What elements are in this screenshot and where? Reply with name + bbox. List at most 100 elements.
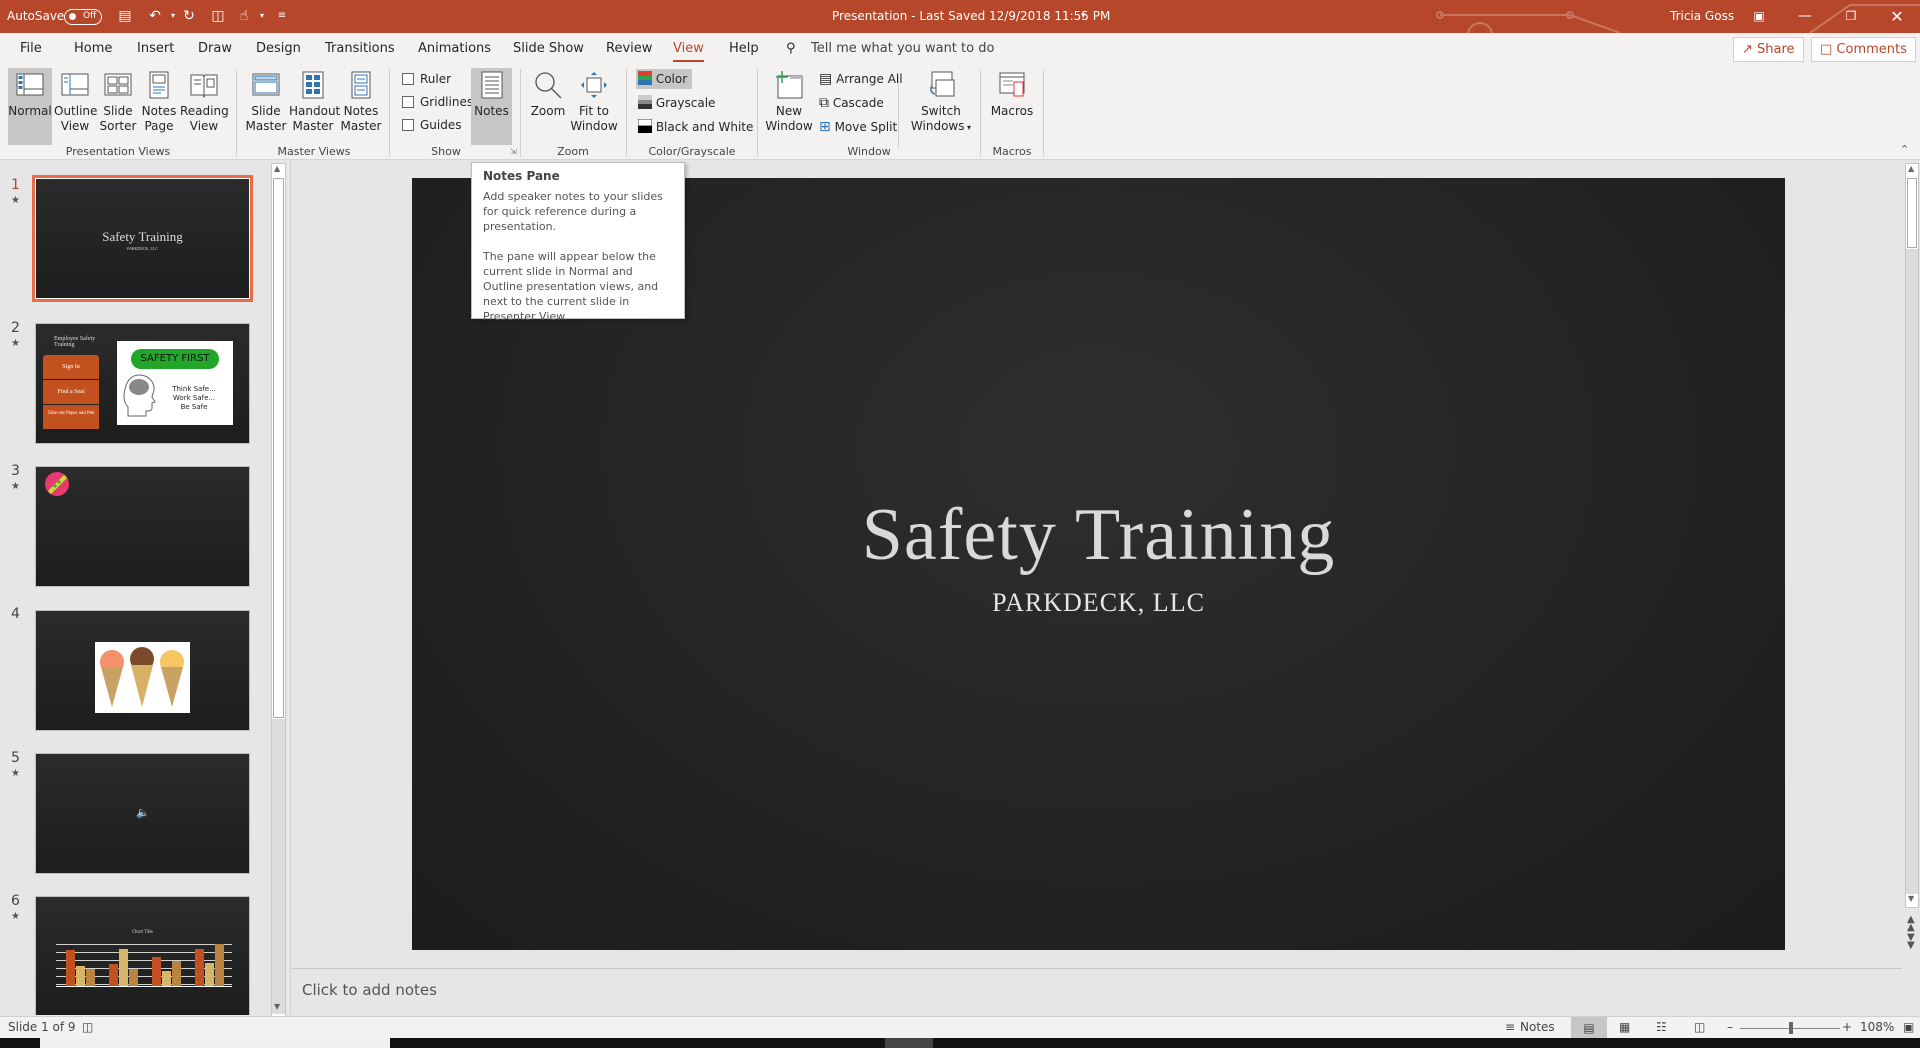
notes-placeholder[interactable]: Click to add notes xyxy=(302,981,437,999)
slogan-line: Work Safe... xyxy=(172,394,216,402)
checkbox-box[interactable] xyxy=(402,96,414,108)
previous-slide-icon[interactable]: ▲ ▲ xyxy=(1907,915,1915,933)
scrollbar-thumb[interactable] xyxy=(1907,178,1917,248)
cascade-button[interactable]: ⧉ Cascade xyxy=(817,93,884,113)
tab-insert[interactable]: Insert xyxy=(137,41,174,56)
notes-toggle-button[interactable]: Notes xyxy=(1520,1020,1555,1034)
user-name[interactable]: Tricia Goss xyxy=(1670,9,1734,23)
tab-review[interactable]: Review xyxy=(606,41,652,56)
slide-sorter-status-button[interactable]: ▦ xyxy=(1619,1020,1630,1034)
zoom-out-button[interactable]: – xyxy=(1727,1020,1733,1034)
gridlines-label: Gridlines xyxy=(420,95,474,109)
share-label: Share xyxy=(1757,42,1795,57)
tab-transitions[interactable]: Transitions xyxy=(325,41,395,56)
share-button[interactable]: ↗ Share xyxy=(1733,37,1804,62)
spell-check-icon[interactable]: ◫ xyxy=(82,1020,93,1034)
notes-pane[interactable]: Click to add notes xyxy=(291,968,1902,1014)
save-icon[interactable]: ▤ xyxy=(115,6,135,26)
color-button[interactable]: Color xyxy=(636,69,692,89)
notes-master-label-2: Master xyxy=(340,119,382,133)
guides-checkbox[interactable]: Guides xyxy=(400,115,462,135)
grayscale-button[interactable]: Grayscale xyxy=(636,93,715,113)
switch-windows-icon xyxy=(930,71,955,97)
comments-button[interactable]: □ Comments xyxy=(1811,37,1916,62)
tab-file[interactable]: File xyxy=(20,41,42,56)
slide-thumbnail-1[interactable]: Safety Training PARKDECK, LLC xyxy=(32,175,253,302)
scrollbar-thumb[interactable] xyxy=(273,178,284,718)
title-dropdown-icon[interactable]: ▾ xyxy=(1081,11,1086,21)
slide-thumbnail-4[interactable] xyxy=(35,610,250,731)
slide-scrollbar[interactable]: ▲ ▼ xyxy=(1905,163,1919,908)
tooltip-title: Notes Pane xyxy=(483,169,560,183)
macros-button[interactable]: Macros xyxy=(988,68,1036,145)
switch-windows-button[interactable]: Switch Windows ▾ xyxy=(906,68,976,145)
zoom-in-button[interactable]: + xyxy=(1842,1020,1852,1034)
scrollbar-track[interactable] xyxy=(272,719,285,1014)
tab-design[interactable]: Design xyxy=(256,41,301,56)
next-slide-icon[interactable]: ▼ ▼ xyxy=(1907,933,1915,951)
tab-help[interactable]: Help xyxy=(729,41,759,56)
tell-me-search[interactable]: Tell me what you want to do xyxy=(811,41,994,56)
tab-view[interactable]: View xyxy=(673,41,704,62)
slide-number: 6 xyxy=(11,893,20,909)
fit-to-window-button[interactable]: Fit to Window xyxy=(570,68,618,145)
collapse-ribbon-icon[interactable]: ⌃ xyxy=(1900,143,1909,156)
slide-master-button[interactable]: Slide Master xyxy=(245,68,287,145)
gridlines-checkbox[interactable]: Gridlines xyxy=(400,92,473,112)
notes-button[interactable]: Notes xyxy=(471,68,512,145)
scrollbar-track[interactable] xyxy=(1906,249,1918,894)
customize-quick-access-icon[interactable]: ≡ xyxy=(272,6,292,26)
ruler-checkbox[interactable]: Ruler xyxy=(400,69,451,89)
new-window-button[interactable]: New Window xyxy=(764,68,814,145)
redo-icon[interactable]: ↻ xyxy=(179,6,199,26)
taskbar-item[interactable] xyxy=(885,1038,933,1048)
outline-view-button[interactable]: Outline View xyxy=(54,68,97,145)
scroll-up-icon[interactable]: ▲ xyxy=(1908,164,1914,173)
reading-view-button[interactable]: Reading View xyxy=(180,68,229,145)
black-and-white-button[interactable]: Black and White xyxy=(636,117,753,137)
slide-thumbnail-6[interactable]: Chart Title xyxy=(35,896,250,1015)
tab-draw[interactable]: Draw xyxy=(198,41,232,56)
notes-page-button[interactable]: Notes Page xyxy=(140,68,178,145)
checkbox-box[interactable] xyxy=(402,119,414,131)
thumbnail-scrollbar[interactable]: ▲ ▼ xyxy=(271,163,286,1018)
move-split-button[interactable]: ⊞ Move Split xyxy=(817,117,897,137)
autosave-toggle[interactable]: Off xyxy=(64,9,102,25)
handout-master-button[interactable]: Handout Master xyxy=(289,68,340,145)
scroll-down-icon[interactable]: ▼ xyxy=(274,1002,280,1011)
touch-mode-icon[interactable]: ☝ xyxy=(234,6,254,26)
minimize-icon[interactable]: — xyxy=(1782,0,1828,33)
fit-slide-to-window-icon[interactable]: ▣ xyxy=(1903,1020,1914,1034)
tab-home[interactable]: Home xyxy=(74,41,112,56)
scroll-up-icon[interactable]: ▲ xyxy=(274,164,280,173)
arrange-all-button[interactable]: ▤ Arrange All xyxy=(817,69,903,89)
zoom-button[interactable]: Zoom xyxy=(528,68,568,145)
slide-thumbnail-2[interactable]: Employee Safety Training Sign In Find a … xyxy=(35,323,250,444)
tab-animations[interactable]: Animations xyxy=(418,41,491,56)
normal-view-status-button[interactable]: ▤ xyxy=(1571,1017,1607,1039)
normal-view-button[interactable]: Normal xyxy=(8,68,52,145)
reading-view-status-button[interactable]: ☷ xyxy=(1656,1020,1667,1034)
slide-thumbnail-3[interactable] xyxy=(35,466,250,587)
zoom-slider-thumb[interactable] xyxy=(1789,1022,1794,1034)
undo-icon[interactable]: ↶ xyxy=(145,6,165,26)
slogan-line: Think Safe... xyxy=(172,385,216,393)
close-icon[interactable]: ✕ xyxy=(1874,0,1920,33)
start-from-beginning-icon[interactable]: ◫ xyxy=(208,6,228,26)
slide-show-status-button[interactable]: ◫ xyxy=(1694,1020,1705,1034)
taskbar-item[interactable] xyxy=(40,1038,390,1048)
slide-thumbnail-5[interactable]: 🔈 xyxy=(35,753,250,874)
notes-toggle-icon[interactable]: ≡ xyxy=(1505,1020,1515,1034)
slide-sorter-button[interactable]: Slide Sorter xyxy=(98,68,138,145)
notes-master-button[interactable]: Notes Master xyxy=(339,68,383,145)
touch-dropdown-icon[interactable]: ▾ xyxy=(252,6,272,26)
zoom-percent[interactable]: 108% xyxy=(1860,1020,1894,1034)
tab-slide-show[interactable]: Slide Show xyxy=(513,41,584,56)
ribbon-display-options-icon[interactable]: ▣ xyxy=(1736,0,1782,33)
slide-title[interactable]: Safety Training xyxy=(412,493,1785,578)
scroll-down-icon[interactable]: ▼ xyxy=(1908,894,1914,903)
slide-subtitle[interactable]: PARKDECK, LLC xyxy=(412,588,1785,618)
checkbox-box[interactable] xyxy=(402,73,414,85)
restore-icon[interactable]: ❐ xyxy=(1828,0,1874,33)
dialog-launcher-icon[interactable]: ⇲ xyxy=(510,147,517,156)
